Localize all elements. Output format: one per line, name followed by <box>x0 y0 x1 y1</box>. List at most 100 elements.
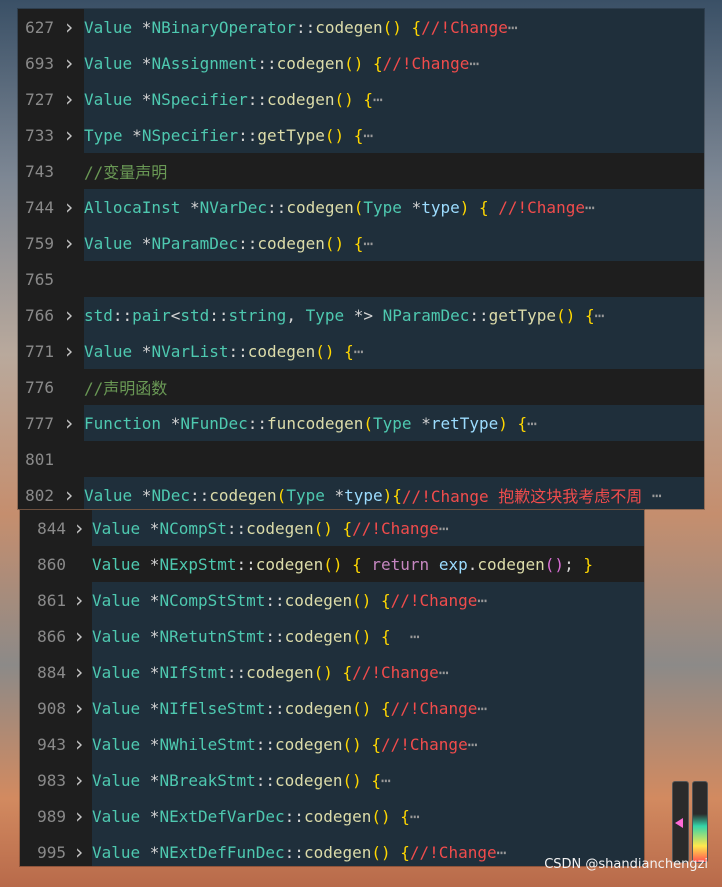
code-text[interactable]: //声明函数 <box>84 369 704 405</box>
line-number: 743 <box>25 161 54 181</box>
chevron-right-icon[interactable]: › <box>66 804 92 828</box>
code-line: 844 › Value * NCompSt:: codegen() {//!Change… <box>20 510 644 546</box>
fold-ellipsis-icon[interactable]: ⋯ <box>527 414 537 433</box>
chevron-right-icon[interactable]: › <box>54 195 84 219</box>
fold-ellipsis-icon[interactable]: ⋯ <box>354 342 364 361</box>
fold-ellipsis-icon[interactable]: ⋯ <box>477 591 487 610</box>
line-number: 860 <box>37 554 66 574</box>
code-line: 766 › std:: pair < std:: string, Type * > NPara… <box>18 297 704 333</box>
folded-code[interactable]: Value * NCompSt:: codegen() {//!Change ⋯ <box>92 510 644 546</box>
chevron-right-icon[interactable]: › <box>66 696 92 720</box>
code-token: * <box>189 197 200 217</box>
folded-code[interactable]: Type * NSpecifier:: getType() {⋯ <box>84 117 704 153</box>
folded-code[interactable]: Value * NExtDefVarDec:: codegen() {⋯ <box>92 798 644 834</box>
code-token: retType <box>430 413 499 433</box>
folded-code[interactable]: Value * NParamDec:: codegen() {⋯ <box>84 225 704 261</box>
chevron-right-icon[interactable]: › <box>66 588 92 612</box>
fold-ellipsis-icon[interactable]: ⋯ <box>373 90 383 109</box>
chevron-right-icon[interactable]: › <box>54 231 84 255</box>
folded-code[interactable]: std:: pair < std:: string, Type * > NParamDec… <box>84 297 704 333</box>
folded-code[interactable]: Value * NIfElseStmt:: codegen() {//!Change… <box>92 690 644 726</box>
line-gutter: 627 › <box>18 9 84 45</box>
code-text[interactable] <box>84 441 704 477</box>
code-token: type <box>344 485 383 505</box>
chevron-right-icon[interactable]: › <box>54 87 84 111</box>
line-number: 995 <box>37 842 66 862</box>
code-token: () { <box>382 17 422 37</box>
code-token: * <box>334 485 345 505</box>
chevron-right-icon[interactable]: › <box>54 411 84 435</box>
code-text[interactable]: //变量声明 <box>84 153 704 189</box>
code-text[interactable] <box>84 261 704 297</box>
folded-code[interactable]: Value * NVarList:: codegen() {⋯ <box>84 333 704 369</box>
line-number: 733 <box>25 125 54 145</box>
code-token: * <box>149 590 160 610</box>
fold-ellipsis-icon[interactable]: ⋯ <box>439 663 449 682</box>
folded-code[interactable]: Value * NRetutnStmt:: codegen() { ⋯ <box>92 618 644 654</box>
fold-ellipsis-icon[interactable]: ⋯ <box>439 519 449 538</box>
fold-ellipsis-icon[interactable]: ⋯ <box>497 843 507 862</box>
folded-code[interactable]: Value * NIfStmt:: codegen() {//!Change ⋯ <box>92 654 644 690</box>
code-line: 802 › Value * NDec:: codegen(Type * type){//!… <box>18 477 704 509</box>
code-token: () { <box>323 554 372 574</box>
folded-code[interactable]: Value * NCompStStmt:: codegen() {//!Change… <box>92 582 644 618</box>
folded-code[interactable]: Value * NDec:: codegen(Type * type){//!Chan… <box>84 477 704 509</box>
fold-ellipsis-icon[interactable]: ⋯ <box>508 18 518 37</box>
folded-code[interactable]: Value * NAssignment:: codegen() {//!Change… <box>84 45 704 81</box>
chevron-right-icon[interactable]: › <box>54 15 84 39</box>
fold-ellipsis-icon[interactable]: ⋯ <box>410 807 420 826</box>
chevron-right-icon[interactable]: › <box>66 768 92 792</box>
code-token: () { <box>342 770 381 790</box>
code-token: codegen <box>284 698 353 718</box>
audio-visualizer-widget[interactable] <box>672 781 708 863</box>
chevron-right-icon[interactable]: › <box>66 516 92 540</box>
fold-ellipsis-icon[interactable]: ⋯ <box>410 627 420 646</box>
fold-ellipsis-icon[interactable]: ⋯ <box>381 771 391 790</box>
code-line: 771 › Value * NVarList:: codegen() {⋯ <box>18 333 704 369</box>
fold-ellipsis-icon[interactable]: ⋯ <box>363 126 373 145</box>
chevron-right-icon[interactable]: › <box>66 732 92 756</box>
line-gutter: 861 › <box>20 582 92 618</box>
folded-code[interactable]: Function * NFunDec:: funcodegen(Type * retT… <box>84 405 704 441</box>
fold-ellipsis-icon[interactable]: ⋯ <box>469 54 479 73</box>
fold-ellipsis-icon[interactable]: ⋯ <box>642 486 662 505</box>
code-text[interactable]: Value * NExpStmt:: codegen() { return exp.… <box>92 546 644 582</box>
code-token: :: <box>265 626 285 646</box>
code-token: //!Change <box>381 734 468 754</box>
folded-code[interactable]: Value * NBinaryOperator:: codegen() {//!Ch… <box>84 9 704 45</box>
fold-ellipsis-icon[interactable]: ⋯ <box>477 699 487 718</box>
code-token: ( <box>276 485 287 505</box>
fold-ellipsis-icon[interactable]: ⋯ <box>595 306 605 325</box>
code-token: Value <box>92 518 150 538</box>
folded-code[interactable]: Value * NSpecifier:: codegen() {⋯ <box>84 81 704 117</box>
code-token: * <box>141 341 152 361</box>
fold-ellipsis-icon[interactable]: ⋯ <box>585 198 595 217</box>
chevron-right-icon[interactable]: › <box>54 303 84 327</box>
fold-ellipsis-icon[interactable]: ⋯ <box>363 234 373 253</box>
code-token: NParamDec <box>151 233 239 253</box>
folded-code[interactable]: Value * NWhileStmt:: codegen() {//!Change ⋯ <box>92 726 644 762</box>
chevron-right-icon[interactable]: › <box>54 483 84 507</box>
folded-code[interactable]: AllocaInst * NVarDec:: codegen(Type * type)… <box>84 189 704 225</box>
folded-code[interactable]: Value * NBreakStmt:: codegen() {⋯ <box>92 762 644 798</box>
chevron-right-icon[interactable]: › <box>54 51 84 75</box>
code-token: codegen <box>246 662 314 682</box>
code-token: Value <box>84 89 142 109</box>
code-token: * <box>149 842 160 862</box>
chevron-right-icon[interactable]: › <box>66 660 92 684</box>
fold-ellipsis-icon[interactable]: ⋯ <box>468 735 478 754</box>
line-gutter: 884 › <box>20 654 92 690</box>
code-token: Value <box>92 698 150 718</box>
chevron-right-icon[interactable]: › <box>66 624 92 648</box>
line-gutter: 777 › <box>18 405 84 441</box>
chevron-right-icon[interactable]: › <box>66 840 92 864</box>
chevron-right-icon[interactable]: › <box>54 123 84 147</box>
chevron-right-icon[interactable]: › <box>54 339 84 363</box>
volume-slider[interactable] <box>672 781 689 863</box>
line-gutter: 983 › <box>20 762 92 798</box>
code-token: Value <box>92 842 150 862</box>
code-token: :: <box>238 233 258 253</box>
code-token: NCompStStmt <box>159 590 266 610</box>
line-gutter: 995 › <box>20 834 92 866</box>
code-token: codegen <box>315 17 383 37</box>
